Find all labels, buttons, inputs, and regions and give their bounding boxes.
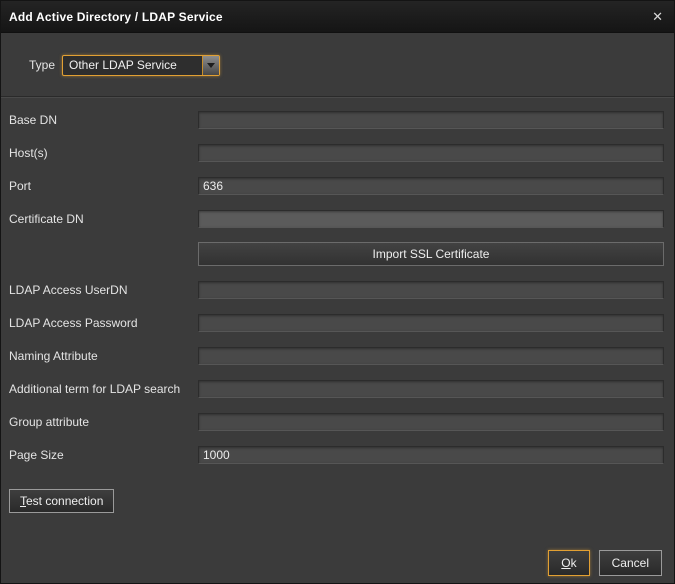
ok-mnemonic: O [561, 556, 570, 570]
type-label: Type [29, 58, 55, 72]
import-ssl-row: Import SSL Certificate [1, 235, 674, 273]
naming-attribute-label: Naming Attribute [9, 349, 198, 363]
page-size-label: Page Size [9, 448, 198, 462]
page-size-input[interactable] [198, 446, 664, 464]
certificate-dn-label: Certificate DN [9, 212, 198, 226]
dialog-footer: Ok Cancel [548, 550, 662, 576]
cancel-button[interactable]: Cancel [599, 550, 662, 576]
additional-term-label: Additional term for LDAP search [9, 382, 198, 396]
field-row-hosts: Host(s) [1, 136, 674, 169]
type-row: Type Other LDAP Service [29, 54, 674, 76]
field-row-ldap-access-password: LDAP Access Password [1, 306, 674, 339]
port-input[interactable] [198, 177, 664, 195]
port-label: Port [9, 179, 198, 193]
ldap-access-userdn-label: LDAP Access UserDN [9, 283, 198, 297]
base-dn-label: Base DN [9, 113, 198, 127]
type-dropdown[interactable]: Other LDAP Service [62, 55, 220, 76]
naming-attribute-input[interactable] [198, 347, 664, 365]
dialog-title: Add Active Directory / LDAP Service [9, 10, 223, 24]
ldap-access-password-label: LDAP Access Password [9, 316, 198, 330]
base-dn-input[interactable] [198, 111, 664, 129]
test-connection-label: est connection [26, 494, 103, 508]
additional-term-input[interactable] [198, 380, 664, 398]
dialog-titlebar: Add Active Directory / LDAP Service ✕ [1, 1, 674, 33]
add-ldap-service-dialog: Add Active Directory / LDAP Service ✕ Ty… [0, 0, 675, 584]
field-row-base-dn: Base DN [1, 103, 674, 136]
field-row-page-size: Page Size [1, 438, 674, 471]
field-row-certificate-dn: Certificate DN [1, 202, 674, 235]
hosts-label: Host(s) [9, 146, 198, 160]
field-row-ldap-access-userdn: LDAP Access UserDN [1, 273, 674, 306]
ldap-form: Base DN Host(s) Port Certificate DN Impo… [1, 103, 674, 471]
close-icon[interactable]: ✕ [652, 10, 663, 23]
field-row-additional-term: Additional term for LDAP search [1, 372, 674, 405]
type-dropdown-value: Other LDAP Service [63, 56, 202, 75]
field-row-naming-attribute: Naming Attribute [1, 339, 674, 372]
certificate-dn-input[interactable] [198, 210, 664, 228]
group-attribute-input[interactable] [198, 413, 664, 431]
group-attribute-label: Group attribute [9, 415, 198, 429]
ok-label: k [571, 556, 577, 570]
test-connection-button[interactable]: Test connection [9, 489, 114, 513]
field-row-port: Port [1, 169, 674, 202]
ldap-access-userdn-input[interactable] [198, 281, 664, 299]
import-ssl-certificate-button[interactable]: Import SSL Certificate [198, 242, 664, 266]
field-row-group-attribute: Group attribute [1, 405, 674, 438]
chevron-down-icon[interactable] [202, 56, 219, 75]
hosts-input[interactable] [198, 144, 664, 162]
ok-button[interactable]: Ok [548, 550, 589, 576]
ldap-access-password-input[interactable] [198, 314, 664, 332]
divider [1, 96, 674, 98]
